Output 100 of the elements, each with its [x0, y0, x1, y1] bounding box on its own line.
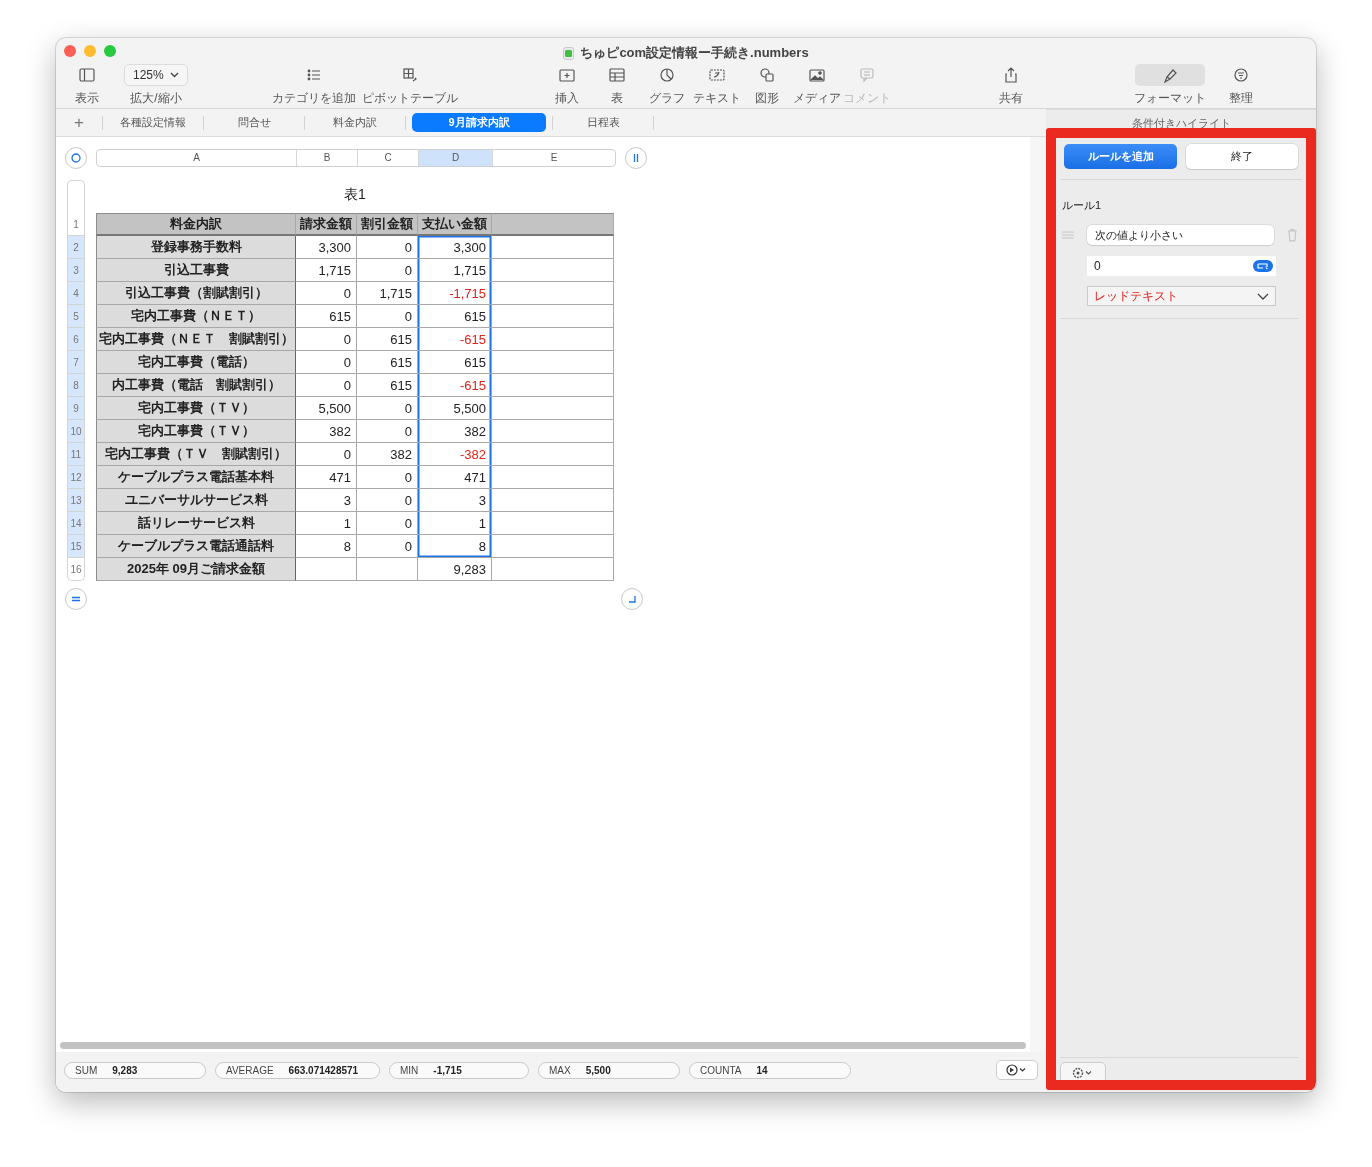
table-cell: 0: [357, 259, 418, 282]
column-header[interactable]: B: [297, 150, 358, 166]
status-pill[interactable]: MIN -1,715: [389, 1061, 529, 1079]
table-cell: 3,300: [296, 236, 357, 259]
table-cell: 1: [296, 512, 357, 535]
add-rule-button[interactable]: ルールを追加: [1064, 144, 1177, 169]
row-number[interactable]: 9: [67, 397, 85, 420]
done-button[interactable]: 終了: [1186, 144, 1298, 169]
table-cell: 宅内工事費（ＴＶ）: [96, 397, 296, 420]
toolbar-label: 表: [610, 90, 623, 107]
table-cell: 0: [296, 351, 357, 374]
row-number[interactable]: 6: [67, 328, 85, 351]
sheet-tab[interactable]: 9月請求内訳: [412, 113, 546, 132]
row-number[interactable]: 4: [67, 282, 85, 305]
status-menu-button[interactable]: [996, 1060, 1038, 1080]
stat-label: SUM: [75, 1064, 98, 1076]
row-number[interactable]: 13: [67, 489, 85, 512]
row-number[interactable]: 7: [67, 351, 85, 374]
toolbar-label: グラフ: [648, 90, 685, 107]
sheet-tab[interactable]: 日程表: [553, 113, 653, 132]
table-cell: 0: [357, 236, 418, 259]
comment-icon: [857, 67, 876, 83]
stat-value: 14: [756, 1064, 768, 1076]
scrollbar[interactable]: [60, 1041, 1026, 1049]
status-pill[interactable]: COUNTA 14: [689, 1061, 851, 1079]
table-cell: ケーブルプラス電話基本料: [96, 466, 296, 489]
style-dropdown[interactable]: レッドテキスト: [1087, 286, 1276, 306]
resize-handle[interactable]: [621, 588, 643, 610]
stat-value: -1,715: [433, 1064, 462, 1076]
table-cell: 料金内訳: [96, 213, 296, 236]
sheet-tab[interactable]: 料金内訳: [305, 113, 405, 132]
table-icon: [607, 67, 626, 83]
table-cell: 382: [357, 443, 418, 466]
toolbar-label: 表示: [75, 90, 99, 107]
table-cell: -382: [418, 443, 492, 466]
table-cell: 宅内工事費（電話）: [96, 351, 296, 374]
gear-icon: [1072, 1067, 1094, 1079]
table-cell: 0: [357, 420, 418, 443]
table-cell: 0: [357, 512, 418, 535]
table-cell: 615: [418, 351, 492, 374]
row-number[interactable]: 12: [67, 466, 85, 489]
add-row-handle[interactable]: [65, 588, 87, 610]
stat-label: COUNTA: [700, 1064, 742, 1076]
add-sheet-button[interactable]: +: [56, 112, 102, 133]
insert-icon: [557, 67, 576, 83]
column-header[interactable]: E: [493, 150, 615, 166]
chart-icon: [657, 67, 676, 83]
table-cell: 3,300: [418, 236, 492, 259]
row-number[interactable]: 3: [67, 259, 85, 282]
column-header[interactable]: A: [97, 150, 297, 166]
table-cell: 615: [418, 305, 492, 328]
table-cell: -615: [418, 328, 492, 351]
row-number[interactable]: 14: [67, 512, 85, 535]
status-pill[interactable]: MAX 5,500: [538, 1061, 680, 1079]
table-cell: 3: [418, 489, 492, 512]
row-number[interactable]: 1: [67, 213, 85, 236]
row-number[interactable]: 16: [67, 558, 85, 581]
zoom-dropdown[interactable]: 125%: [124, 64, 188, 86]
organize-icon: [1231, 67, 1250, 83]
row-number[interactable]: 10: [67, 420, 85, 443]
toolbar-label: 共有: [998, 90, 1023, 107]
table-cell: 宅内工事費（ＮＥＴ 割賦割引）: [96, 328, 296, 351]
status-pill[interactable]: AVERAGE 663.071428571: [215, 1061, 380, 1079]
rule-title: ルール1: [1062, 198, 1103, 213]
zoom-button[interactable]: [104, 45, 116, 57]
table-cell: 1: [418, 512, 492, 535]
sheet-tab[interactable]: 各種設定情報: [103, 113, 203, 132]
table-cell: 382: [296, 420, 357, 443]
select-table-handle[interactable]: [65, 147, 87, 169]
table-cell: 割引金額: [357, 213, 418, 236]
column-header[interactable]: D: [419, 150, 493, 166]
circle-icon: [71, 153, 81, 163]
media-icon: [807, 67, 826, 83]
add-column-handle[interactable]: [625, 147, 647, 169]
row-number[interactable]: 15: [67, 535, 85, 558]
cell-reference-icon[interactable]: [1253, 260, 1273, 272]
close-button[interactable]: [64, 45, 76, 57]
table-cell: 宅内工事費（ＮＥＴ）: [96, 305, 296, 328]
status-pill[interactable]: SUM 9,283: [64, 1061, 206, 1079]
value-field[interactable]: 0: [1087, 256, 1276, 276]
row-number[interactable]: 5: [67, 305, 85, 328]
condition-dropdown[interactable]: 次の値より小さい: [1086, 225, 1275, 245]
toolbar-label: 整理: [1228, 90, 1253, 107]
shape-icon: [757, 67, 776, 83]
table-cell: 1,715: [357, 282, 418, 305]
field-value: 0: [1094, 259, 1101, 273]
table-cell: ユニバーサルサービス料: [96, 489, 296, 512]
row-number[interactable]: 8: [67, 374, 85, 397]
table-cell: 登録事務手数料: [96, 236, 296, 259]
row-number[interactable]: 2: [67, 236, 85, 259]
table-cell: 615: [357, 374, 418, 397]
table-cell: 8: [296, 535, 357, 558]
row-number[interactable]: 11: [67, 443, 85, 466]
sheet-tab[interactable]: 問合せ: [204, 113, 304, 132]
table-cell: 1,715: [296, 259, 357, 282]
table-cell: 471: [296, 466, 357, 489]
chevron-icon: [169, 72, 179, 78]
table-cell: -615: [418, 374, 492, 397]
pivot-icon: [400, 67, 419, 83]
toolbar-button[interactable]: [1134, 64, 1205, 86]
